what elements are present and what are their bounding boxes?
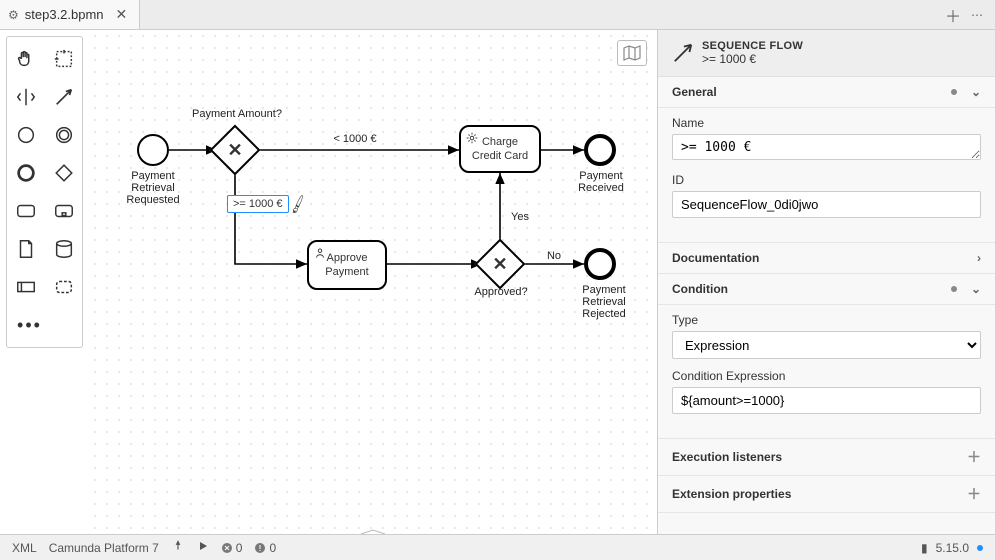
subprocess-tool[interactable]	[50, 197, 78, 225]
start-event-label: Payment Retrieval Requested	[121, 170, 185, 206]
end-event-received-label: Payment Received	[571, 170, 631, 194]
end-event-rejected[interactable]	[584, 248, 616, 280]
task-tool[interactable]	[12, 197, 40, 225]
flow-no-label[interactable]: No	[539, 250, 569, 262]
intermediate-event-tool[interactable]	[50, 121, 78, 149]
section-documentation-head[interactable]: Documentation ›	[658, 243, 995, 274]
properties-panel: SEQUENCE FLOW >= 1000 € General ⌄ Name I…	[657, 30, 995, 534]
gateway-approved[interactable]: ✕	[482, 246, 518, 282]
sequence-flow-icon	[672, 42, 694, 64]
update-indicator-icon	[977, 545, 983, 551]
chevron-down-icon: ⌄	[971, 85, 981, 99]
id-label: ID	[672, 173, 981, 187]
close-icon[interactable]: ✕	[116, 6, 128, 23]
version-label: 5.15.0	[936, 541, 969, 555]
id-input[interactable]	[672, 191, 981, 218]
participant-tool[interactable]	[12, 273, 40, 301]
condition-expr-input[interactable]	[672, 387, 981, 414]
gateway-amount-label: Payment Amount?	[187, 108, 287, 120]
end-event-rejected-label: Payment Retrieval Rejected	[564, 284, 644, 320]
end-event-received[interactable]	[584, 134, 616, 166]
warnings-badge[interactable]: 0	[254, 541, 276, 555]
feedback-icon[interactable]: ▮	[921, 541, 928, 555]
group-tool[interactable]	[50, 273, 78, 301]
run-icon[interactable]	[197, 540, 209, 555]
hand-tool[interactable]	[12, 45, 40, 73]
condition-expr-label: Condition Expression	[672, 369, 981, 383]
section-condition-body: Type Expression Condition Expression	[658, 305, 995, 439]
chevron-down-icon: ⌄	[971, 282, 981, 296]
tab-bar: ⚙ step3.2.bpmn ✕ ＋ ⋯	[0, 0, 995, 30]
panel-resize-handle[interactable]	[353, 524, 393, 530]
add-icon[interactable]: ＋	[967, 447, 981, 467]
diagram-canvas[interactable]: Payment Retrieval Requested ✕ Payment Am…	[89, 30, 657, 534]
data-store-tool[interactable]	[50, 235, 78, 263]
data-object-tool[interactable]	[12, 235, 40, 263]
indicator-dot-icon	[951, 89, 957, 95]
add-tab-button[interactable]: ＋	[945, 3, 961, 27]
properties-header: SEQUENCE FLOW >= 1000 €	[658, 30, 995, 77]
properties-type: SEQUENCE FLOW	[702, 40, 803, 52]
tool-palette: •••	[6, 36, 83, 348]
tab-filename: step3.2.bpmn	[25, 7, 104, 22]
more-tools[interactable]: •••	[16, 311, 44, 339]
section-condition-head[interactable]: Condition ⌄	[658, 274, 995, 305]
xml-toggle[interactable]: XML	[12, 541, 37, 555]
tab-actions: ＋ ⋯	[945, 0, 995, 29]
task-approve-payment[interactable]: Approve Payment	[307, 240, 387, 290]
name-label: Name	[672, 116, 981, 130]
service-task-icon	[465, 131, 479, 145]
more-menu-button[interactable]: ⋯	[971, 8, 983, 22]
file-tab[interactable]: ⚙ step3.2.bpmn ✕	[0, 0, 140, 29]
color-picker-icon[interactable]: 🖌	[287, 193, 310, 215]
status-bar: XML Camunda Platform 7 0 0 ▮ 5.15.0	[0, 534, 995, 560]
flow-yes-label[interactable]: Yes	[505, 211, 535, 223]
user-task-icon	[313, 246, 327, 260]
space-tool[interactable]	[12, 83, 40, 111]
errors-badge[interactable]: 0	[221, 541, 243, 555]
chevron-right-icon: ›	[977, 251, 981, 265]
gateway-approved-label: Approved?	[473, 286, 529, 298]
section-extension-properties-head[interactable]: Extension properties ＋	[658, 476, 995, 513]
minimap-button[interactable]	[617, 40, 647, 66]
start-event-tool[interactable]	[12, 121, 40, 149]
add-icon[interactable]: ＋	[967, 484, 981, 504]
condition-type-label: Type	[672, 313, 981, 327]
name-input[interactable]	[672, 134, 981, 160]
gateway-amount[interactable]: ✕	[217, 132, 253, 168]
connect-tool[interactable]	[50, 83, 78, 111]
start-event[interactable]	[137, 134, 169, 166]
flow-gte1000-label[interactable]: >= 1000 €	[227, 195, 289, 213]
deploy-icon[interactable]	[171, 539, 185, 556]
properties-name: >= 1000 €	[702, 52, 803, 66]
gateway-tool[interactable]	[50, 159, 78, 187]
lasso-tool[interactable]	[50, 45, 78, 73]
platform-label[interactable]: Camunda Platform 7	[49, 541, 159, 555]
section-general-body: Name ID	[658, 108, 995, 243]
indicator-dot-icon	[951, 286, 957, 292]
task-charge-credit-card[interactable]: Charge Credit Card	[459, 125, 541, 173]
condition-type-select[interactable]: Expression	[672, 331, 981, 359]
end-event-tool[interactable]	[12, 159, 40, 187]
workspace: ••• Payment Retrieval Requested	[0, 30, 995, 534]
section-execution-listeners-head[interactable]: Execution listeners ＋	[658, 439, 995, 476]
flow-lt1000-label[interactable]: < 1000 €	[325, 133, 385, 145]
gear-icon: ⚙	[8, 8, 19, 22]
section-general-head[interactable]: General ⌄	[658, 77, 995, 108]
